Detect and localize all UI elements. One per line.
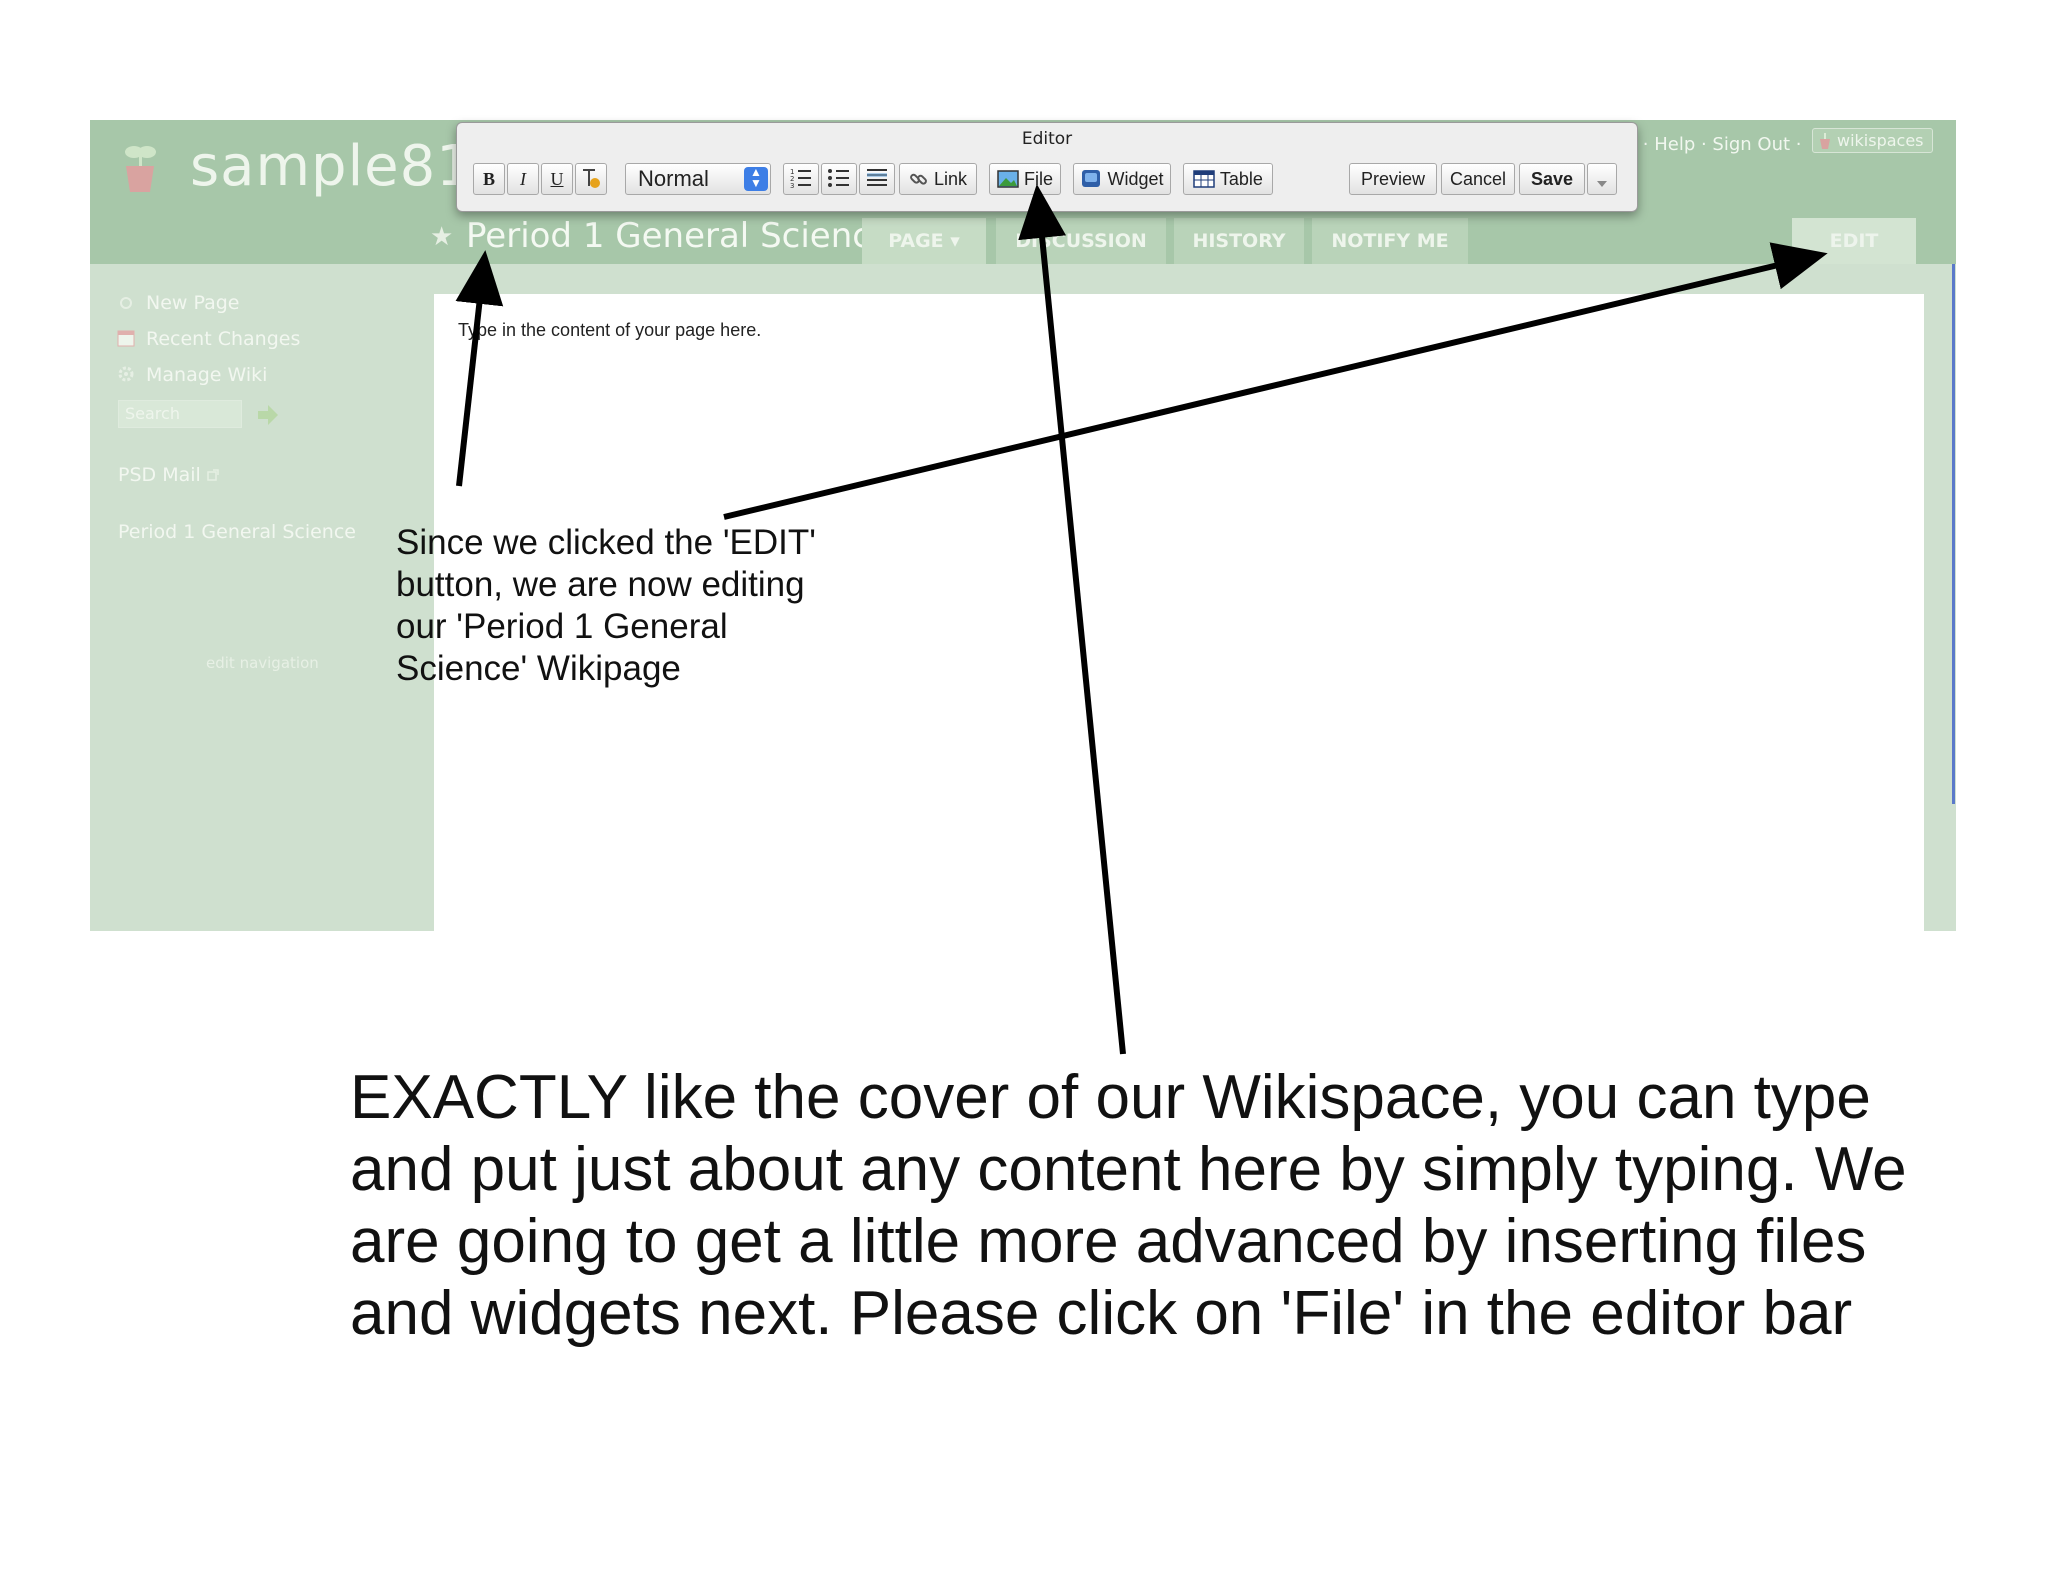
arrow-to-page-title [455, 250, 504, 487]
arrow-to-file-button [1018, 184, 1126, 1055]
annotation-small-note: Since we clicked the 'EDIT' button, we a… [396, 523, 816, 688]
annotation-large-note: EXACTLY like the cover of our Wikispace,… [350, 1063, 1907, 1348]
arrow-to-edit-tab [723, 242, 1828, 520]
